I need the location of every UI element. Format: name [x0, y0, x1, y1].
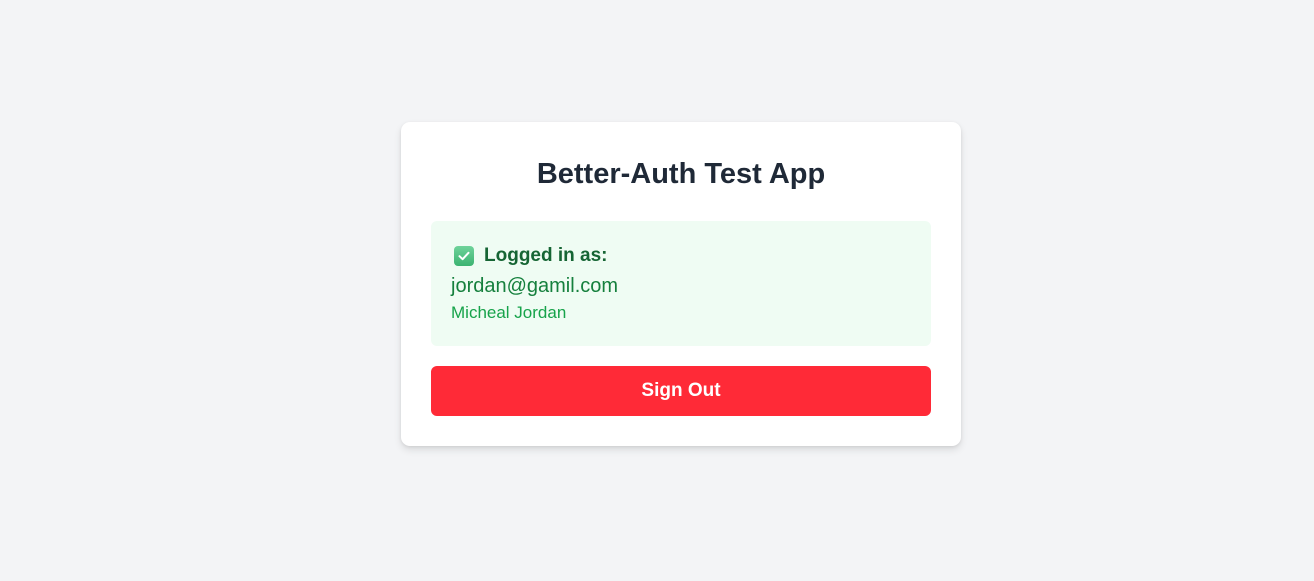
login-status-row: Logged in as: — [451, 243, 911, 269]
sign-out-button[interactable]: Sign Out — [431, 366, 931, 416]
auth-card: Better-Auth Test App Logged in as: jorda… — [401, 122, 961, 446]
check-box-icon — [454, 246, 474, 266]
page-title: Better-Auth Test App — [536, 158, 826, 190]
user-name: Micheal Jordan — [451, 303, 567, 322]
session-info-panel: Logged in as: jordan@gamil.com Micheal J… — [431, 221, 931, 346]
logged-in-label: Logged in as: — [484, 245, 608, 266]
user-email: jordan@gamil.com — [451, 275, 619, 297]
checkmark-icon — [458, 251, 470, 261]
